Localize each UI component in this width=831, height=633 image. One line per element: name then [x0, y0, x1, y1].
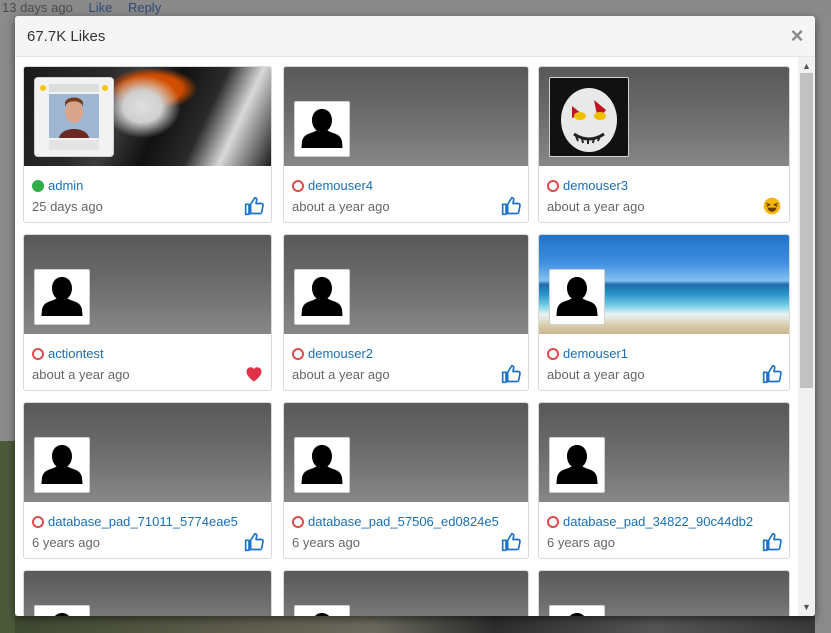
user-name-link[interactable]: demouser1: [563, 346, 628, 361]
user-info: demouser1 about a year ago: [539, 334, 789, 390]
like-card: demouser2 about a year ago: [283, 234, 529, 391]
user-info: database_pad_71011_5774eae5 6 years ago: [24, 502, 271, 558]
offline-status-icon: [32, 516, 44, 528]
online-status-icon: [32, 180, 44, 192]
like-icon: [501, 532, 521, 552]
like-timestamp: 6 years ago: [292, 535, 360, 550]
like-card: demouser1 about a year ago: [538, 234, 790, 391]
like-card: demouser3 about a year ago: [538, 66, 790, 223]
scrollbar-thumb[interactable]: [800, 73, 813, 388]
background-bottom-strip: [15, 616, 815, 633]
offline-status-icon: [292, 516, 304, 528]
user-avatar[interactable]: [34, 437, 90, 493]
user-avatar[interactable]: [294, 437, 350, 493]
like-icon: [501, 364, 521, 384]
demouser3-avatar-image: [550, 78, 628, 156]
background-timestamp: 13 days ago: [2, 0, 73, 15]
offline-status-icon: [547, 516, 559, 528]
like-timestamp: about a year ago: [292, 199, 390, 214]
background-reply-link[interactable]: Reply: [128, 0, 161, 15]
offline-status-icon: [547, 180, 559, 192]
modal-title: 67.7K Likes: [27, 28, 106, 45]
user-name-link[interactable]: actiontest: [48, 346, 104, 361]
like-timestamp: about a year ago: [292, 367, 390, 382]
likes-grid: admin 25 days ago demouser4 about a year…: [23, 66, 790, 616]
scroll-up-arrow-icon[interactable]: ▲: [798, 59, 815, 73]
default-avatar-icon: [301, 109, 343, 148]
scroll-down-arrow-icon[interactable]: ▼: [798, 600, 815, 614]
like-card: admin 25 days ago: [23, 66, 272, 223]
like-card: actiontest about a year ago: [23, 234, 272, 391]
like-timestamp: 25 days ago: [32, 199, 103, 214]
offline-status-icon: [32, 348, 44, 360]
user-avatar[interactable]: [549, 605, 605, 616]
user-info: demouser2 about a year ago: [284, 334, 528, 390]
like-icon: [501, 196, 521, 216]
user-avatar[interactable]: [294, 101, 350, 157]
default-avatar-icon: [301, 277, 343, 316]
default-avatar-icon: [41, 277, 83, 316]
like-icon: [762, 532, 782, 552]
default-avatar-icon: [54, 613, 70, 616]
user-avatar[interactable]: [549, 269, 605, 325]
user-avatar[interactable]: [34, 269, 90, 325]
like-icon: [244, 532, 264, 552]
background-left-strip: [0, 16, 15, 633]
close-icon[interactable]: ×: [789, 24, 805, 48]
default-avatar-icon: [569, 613, 585, 616]
modal-scrollbar[interactable]: ▲ ▼: [798, 57, 815, 616]
like-card: demouser4 about a year ago: [283, 66, 529, 223]
offline-status-icon: [292, 180, 304, 192]
user-avatar[interactable]: [549, 437, 605, 493]
admin-avatar-image: [35, 78, 113, 156]
like-card: [283, 570, 529, 616]
user-info: database_pad_34822_90c44db2 6 years ago: [539, 502, 789, 558]
background-like-link[interactable]: Like: [88, 0, 112, 15]
user-avatar[interactable]: [34, 77, 114, 157]
user-avatar[interactable]: [294, 269, 350, 325]
user-name-link[interactable]: demouser4: [308, 178, 373, 193]
default-avatar-icon: [41, 445, 83, 484]
like-timestamp: about a year ago: [32, 367, 130, 382]
offline-status-icon: [547, 348, 559, 360]
background-photo: [0, 441, 15, 633]
like-icon: [762, 364, 782, 384]
like-icon: [244, 196, 264, 216]
like-card: database_pad_57506_ed0824e5 6 years ago: [283, 402, 529, 559]
background-right-strip: [815, 16, 831, 633]
like-card: database_pad_34822_90c44db2 6 years ago: [538, 402, 790, 559]
user-name-link[interactable]: demouser3: [563, 178, 628, 193]
default-avatar-icon: [314, 613, 330, 616]
user-name-link[interactable]: demouser2: [308, 346, 373, 361]
user-name-link[interactable]: database_pad_34822_90c44db2: [563, 514, 753, 529]
heart-icon: [244, 364, 264, 384]
user-avatar[interactable]: [34, 605, 90, 616]
default-avatar-icon: [556, 277, 598, 316]
like-timestamp: about a year ago: [547, 367, 645, 382]
user-info: demouser3 about a year ago: [539, 166, 789, 222]
default-avatar-icon: [301, 445, 343, 484]
modal-body: admin 25 days ago demouser4 about a year…: [15, 57, 815, 616]
user-name-link[interactable]: database_pad_57506_ed0824e5: [308, 514, 499, 529]
user-name-link[interactable]: database_pad_71011_5774eae5: [48, 514, 238, 529]
likes-modal: 67.7K Likes × admin 25 days ago demouser…: [15, 16, 815, 616]
user-name-link[interactable]: admin: [48, 178, 83, 193]
user-info: demouser4 about a year ago: [284, 166, 528, 222]
default-avatar-icon: [556, 445, 598, 484]
modal-header: 67.7K Likes ×: [15, 16, 815, 57]
user-avatar[interactable]: [294, 605, 350, 616]
like-card: [23, 570, 272, 616]
user-info: database_pad_57506_ed0824e5 6 years ago: [284, 502, 528, 558]
background-comment-bar: 13 days ago Like Reply: [0, 0, 831, 16]
like-card: database_pad_71011_5774eae5 6 years ago: [23, 402, 272, 559]
like-card: [538, 570, 790, 616]
user-info: admin 25 days ago: [24, 166, 271, 222]
like-timestamp: about a year ago: [547, 199, 645, 214]
offline-status-icon: [292, 348, 304, 360]
laugh-icon: [762, 196, 782, 216]
like-timestamp: 6 years ago: [32, 535, 100, 550]
user-info: actiontest about a year ago: [24, 334, 271, 390]
like-timestamp: 6 years ago: [547, 535, 615, 550]
user-avatar[interactable]: [549, 77, 629, 157]
